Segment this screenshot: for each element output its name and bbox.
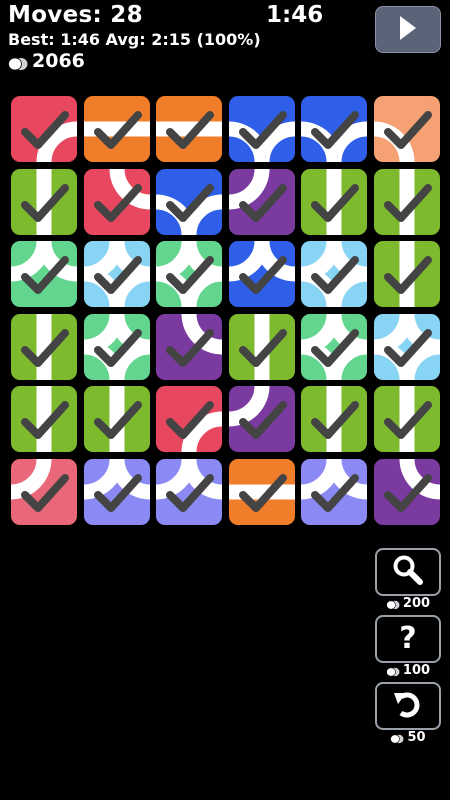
- hint-cost-value: 200: [402, 596, 431, 611]
- puzzle-tile[interactable]: [373, 458, 440, 525]
- puzzle-tile[interactable]: [83, 241, 150, 307]
- hud: Moves: 28 1:46 Best: 1:46 Avg: 2:15 (100…: [0, 0, 450, 80]
- puzzle-tile[interactable]: [301, 168, 367, 235]
- puzzle-tile[interactable]: [228, 241, 295, 307]
- help-cost: 100: [375, 663, 441, 678]
- puzzle-tile[interactable]: [11, 96, 77, 162]
- puzzle-tile[interactable]: [156, 168, 222, 235]
- puzzle-tile[interactable]: [83, 313, 150, 380]
- puzzle-tile[interactable]: [83, 386, 150, 452]
- coin-stack-icon: [386, 599, 400, 609]
- puzzle-tile[interactable]: [228, 168, 295, 235]
- puzzle-board: [0, 0, 450, 800]
- hint-button[interactable]: [375, 548, 441, 596]
- puzzle-tile[interactable]: [11, 458, 77, 525]
- coin-balance: 2066: [8, 50, 85, 72]
- play-icon: [398, 15, 418, 45]
- play-button[interactable]: [375, 6, 441, 53]
- puzzle-tile[interactable]: [156, 458, 222, 525]
- undo-cost: 50: [375, 730, 441, 745]
- puzzle-tile[interactable]: [228, 386, 295, 452]
- puzzle-tile[interactable]: [301, 458, 367, 525]
- magnifier-icon: [391, 554, 425, 590]
- help-button[interactable]: ?: [375, 615, 441, 663]
- coin-count: 2066: [32, 50, 85, 72]
- undo-cost-value: 50: [407, 730, 426, 745]
- best-avg-stats: Best: 1:46 Avg: 2:15 (100%): [8, 30, 261, 49]
- puzzle-tile[interactable]: [83, 458, 150, 525]
- puzzle-tile[interactable]: [11, 313, 77, 380]
- timer: 1:46: [266, 2, 324, 28]
- puzzle-tile[interactable]: [11, 386, 77, 452]
- puzzle-tile[interactable]: [83, 96, 150, 162]
- undo-button[interactable]: [375, 682, 441, 730]
- undo-icon: [392, 689, 424, 723]
- puzzle-tile[interactable]: [83, 168, 150, 235]
- puzzle-tile[interactable]: [156, 313, 222, 380]
- puzzle-tile[interactable]: [156, 96, 222, 162]
- puzzle-tile[interactable]: [373, 241, 440, 307]
- coin-stack-icon: [386, 666, 400, 676]
- puzzle-tile[interactable]: [156, 386, 222, 452]
- puzzle-tile[interactable]: [373, 96, 440, 162]
- puzzle-tile[interactable]: [373, 386, 440, 452]
- puzzle-tile[interactable]: [301, 313, 367, 380]
- moves-counter: Moves: 28: [8, 2, 143, 28]
- help-cost-value: 100: [402, 663, 431, 678]
- puzzle-tile[interactable]: [373, 313, 440, 380]
- puzzle-tile[interactable]: [301, 241, 367, 307]
- puzzle-tile[interactable]: [156, 241, 222, 307]
- puzzle-tile[interactable]: [301, 96, 367, 162]
- puzzle-tile[interactable]: [11, 241, 77, 307]
- coin-stack-icon: [8, 54, 28, 71]
- puzzle-tile[interactable]: [228, 313, 295, 380]
- coin-stack-icon: [390, 733, 404, 743]
- puzzle-tile[interactable]: [11, 168, 77, 235]
- puzzle-tile[interactable]: [228, 96, 295, 162]
- puzzle-tile[interactable]: [373, 168, 440, 235]
- question-mark-icon: ?: [399, 621, 417, 656]
- hint-cost: 200: [375, 596, 441, 611]
- puzzle-tile[interactable]: [228, 458, 295, 525]
- puzzle-tile[interactable]: [301, 386, 367, 452]
